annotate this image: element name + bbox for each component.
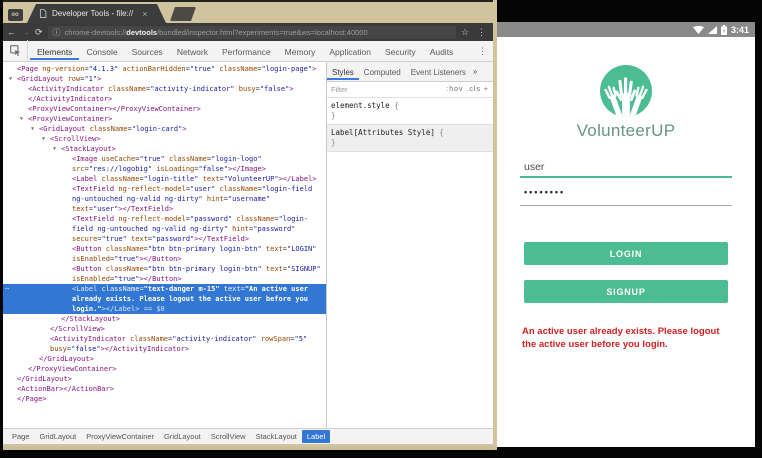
tree-node[interactable]: </StackLayout> [3, 314, 326, 324]
page-info-icon[interactable]: ⓘ [53, 27, 61, 38]
browser-url-bar: ← → ⟳ ⓘ chrome-devtools://devtools/bundl… [3, 23, 493, 41]
page-favicon-icon [39, 9, 47, 18]
tree-node[interactable]: <Image useCache="true" className="login-… [3, 154, 326, 174]
tree-node[interactable]: <Button className="btn btn-primary login… [3, 264, 326, 284]
reload-icon[interactable]: ⟳ [35, 27, 43, 37]
tree-node[interactable]: <TextField ng-reflect-model="user" class… [3, 184, 326, 214]
devtools-tab-performance[interactable]: Performance [215, 43, 278, 60]
new-tab-button[interactable] [170, 7, 196, 21]
volunteerup-app: VolunteerUP user •••••••• LOGIN SIGNUP A… [497, 37, 755, 447]
app-logo-hands-icon [600, 65, 652, 117]
breadcrumb: Page GridLayout ProxyViewContainer GridLayo… [3, 428, 493, 444]
devtools-more-icon[interactable]: ⋮ [472, 46, 493, 57]
styles-tab-styles[interactable]: Styles [327, 64, 359, 80]
pinned-tab[interactable]: oo [3, 6, 27, 23]
forward-icon[interactable]: → [21, 27, 30, 37]
devtools-window: oo Developer Tools - file:// × ← → ⟳ ⓘ c… [3, 0, 497, 450]
bookmark-star-icon[interactable]: ☆ [461, 27, 469, 38]
devtools-tab-security[interactable]: Security [378, 43, 423, 60]
tree-node[interactable]: </Page> [3, 394, 326, 404]
browser-tab-strip: oo Developer Tools - file:// × [3, 0, 493, 23]
devtools-tab-audits[interactable]: Audits [423, 43, 461, 60]
screenshot-stage: oo Developer Tools - file:// × ← → ⟳ ⓘ c… [0, 0, 762, 458]
breadcrumb-item-gridlayout[interactable]: GridLayout [159, 430, 206, 443]
tree-node[interactable]: <TextField ng-reflect-model="password" c… [3, 214, 326, 244]
tree-node[interactable]: </ActivityIndicator> [3, 94, 326, 104]
tree-node[interactable]: <Button className="btn btn-primary login… [3, 244, 326, 264]
tree-node[interactable]: ▼ <ProxyViewContainer> [3, 114, 326, 124]
styles-tab-computed[interactable]: Computed [359, 64, 406, 80]
styles-tab-event-listeners[interactable]: Event Listeners [406, 64, 471, 80]
breadcrumb-item-label[interactable]: Label [301, 430, 331, 443]
status-time: 3:41 [730, 24, 749, 35]
style-rule[interactable]: element.style {} [327, 98, 493, 124]
pinned-tab-icon: oo [7, 8, 23, 21]
android-screen: 3:41 VolunteerUP user •••••••• LOGIN SIG… [497, 22, 755, 447]
login-button[interactable]: LOGIN [524, 242, 728, 265]
browser-menu-icon[interactable]: ⋮ [474, 27, 489, 38]
tree-node[interactable]: ▼ <GridLayout row="1"> [3, 74, 326, 84]
inspect-element-icon[interactable] [3, 40, 28, 62]
active-browser-tab[interactable]: Developer Tools - file:// × [27, 4, 166, 23]
username-underline [520, 176, 732, 178]
username-field[interactable]: user [524, 161, 544, 173]
styles-overflow-icon[interactable]: » [473, 67, 477, 76]
password-field[interactable]: •••••••• [524, 187, 565, 197]
styles-toggles[interactable]: :hov .cls + [446, 86, 489, 93]
breadcrumb-item-stacklayout[interactable]: StackLayout [251, 430, 302, 443]
styles-sidebar: Styles Computed Event Listeners» Filter :h… [326, 62, 493, 428]
tree-node[interactable]: <Label className="login-title" text="Vol… [3, 174, 326, 184]
signup-button[interactable]: SIGNUP [524, 280, 728, 303]
elements-tree: <Page ng-version="4.1.3" actionBarHidden… [3, 62, 326, 428]
devtools-tab-network[interactable]: Network [170, 43, 215, 60]
devtools-tab-group: Elements Console Sources Network Performance… [30, 42, 460, 60]
tree-node[interactable]: ▼ <GridLayout className="login-card"> [3, 124, 326, 134]
back-icon[interactable]: ← [7, 27, 16, 37]
styles-filter-row: Filter :hov .cls + [327, 82, 493, 98]
breadcrumb-item-scrollview[interactable]: ScrollView [206, 430, 251, 443]
breadcrumb-item-proxyviewcontainer[interactable]: ProxyViewContainer [81, 430, 159, 443]
cellular-signal-icon [707, 25, 717, 34]
devtools-tab-application[interactable]: Application [322, 43, 378, 60]
devtools-panel: Elements Console Sources Network Performance… [3, 40, 493, 444]
password-underline [520, 205, 732, 206]
breadcrumb-item-gridlayout[interactable]: GridLayout [35, 430, 82, 443]
styles-rules: element.style {} Label[Attributes Style] … [327, 98, 493, 152]
tree-node[interactable]: <ActivityIndicator className="activity-i… [3, 84, 326, 94]
devtools-tab-elements[interactable]: Elements [30, 43, 80, 60]
tree-node[interactable]: </ScrollView> [3, 324, 326, 334]
tree-node[interactable]: <Page ng-version="4.1.3" actionBarHidden… [3, 64, 326, 74]
devtools-tab-console[interactable]: Console [79, 43, 124, 60]
url-input[interactable]: ⓘ chrome-devtools://devtools/bundled/ins… [47, 25, 456, 39]
styles-filter-input[interactable]: Filter [331, 85, 446, 94]
tree-node-selected[interactable]: … <Label className="text-danger m-15" tex… [3, 283, 326, 314]
devtools-tab-sources[interactable]: Sources [125, 43, 170, 60]
tree-node[interactable]: </GridLayout> [3, 354, 326, 364]
style-rule[interactable]: Label[Attributes Style] {} [327, 124, 493, 152]
tree-node[interactable]: <ActivityIndicator className="activity-i… [3, 334, 326, 354]
styles-tab-group: Styles Computed Event Listeners» [327, 62, 493, 82]
tree-node[interactable]: </GridLayout> [3, 374, 326, 384]
tree-node[interactable]: ▼ <StackLayout> [3, 144, 326, 154]
app-title: VolunteerUP [576, 121, 676, 140]
devtools-toolbar: Elements Console Sources Network Performance… [3, 40, 493, 62]
breadcrumb-item-page[interactable]: Page [7, 430, 35, 443]
error-message: An active user already exists. Please lo… [522, 326, 720, 350]
tab-title: Developer Tools - file:// [52, 9, 134, 18]
android-status-bar: 3:41 [497, 22, 755, 37]
tab-close-icon[interactable]: × [142, 9, 147, 19]
tree-node[interactable]: <ActionBar></ActionBar> [3, 384, 326, 394]
wifi-icon [692, 25, 704, 34]
tree-node[interactable]: <ProxyViewContainer></ProxyViewContainer… [3, 104, 326, 114]
url-text: chrome-devtools://devtools/bundled/inspe… [64, 27, 368, 37]
devtools-tab-memory[interactable]: Memory [278, 43, 323, 60]
battery-icon [720, 24, 727, 35]
tree-node[interactable]: ▼ <ScrollView> [3, 134, 326, 144]
tree-node[interactable]: </ProxyViewContainer> [3, 364, 326, 374]
